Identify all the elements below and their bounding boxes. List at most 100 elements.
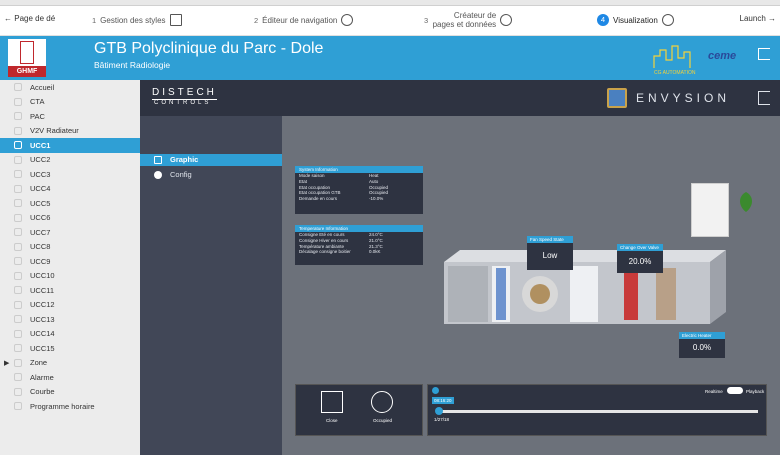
occupied-icon[interactable] (371, 391, 393, 413)
logo-text: GHMF (8, 66, 46, 77)
compass-icon (341, 14, 354, 26)
sidebar-item-label: UCC4 (30, 184, 51, 194)
sidebar-item-zone[interactable]: Zone ▶ (0, 356, 140, 371)
distech-sub: CONTROLS (154, 100, 212, 106)
sidebar-item-ucc5[interactable]: UCC5 (0, 196, 140, 211)
panel-title: System Information (295, 166, 423, 173)
sidebar-item-icon (14, 199, 22, 208)
badge-value: Low (542, 251, 558, 260)
back-link[interactable]: ← Page de dé (4, 14, 55, 23)
sidebar-item-label: Courbe (30, 387, 55, 397)
sidebar-item-label: UCC6 (30, 213, 51, 223)
step-number: 4 (597, 14, 609, 26)
sidebar-item-label: UCC7 (30, 227, 51, 237)
sidebar-item-label: UCC9 (30, 256, 51, 266)
expand-caret-icon[interactable]: ▶ (4, 359, 9, 367)
sidebar-item-ucc10[interactable]: UCC10 (0, 269, 140, 284)
sidebar-item-ucc15[interactable]: UCC15 (0, 341, 140, 356)
wizard-steps: ← Page de dé 1 Gestion des styles 2 Édit… (0, 6, 780, 36)
panel-title: Temperature Information (295, 225, 423, 232)
badge-value: 0.0% (692, 343, 712, 352)
electric-heater-badge: Electric Heater 0.0% (679, 332, 725, 358)
sidebar-item-icon (14, 170, 22, 179)
plus-icon[interactable] (432, 387, 439, 394)
step-number: 1 (92, 15, 97, 25)
sidebar-item-programme-horaire[interactable]: Programme horaire (0, 399, 140, 414)
step-label: Visualization (613, 15, 658, 25)
sidebar-item-ucc1[interactable]: UCC1 (0, 138, 140, 153)
nav-graphic-label: Graphic (170, 155, 199, 164)
sidebar-item-cta[interactable]: CTA (0, 95, 140, 110)
sidebar-item-label: UCC8 (30, 242, 51, 252)
logout-icon[interactable] (758, 48, 770, 60)
nav-graphic[interactable]: Graphic (140, 154, 282, 166)
sidebar-item-icon (14, 155, 22, 164)
step-label: Éditeur de navigation (262, 15, 338, 25)
badge-title: Electric Heater (679, 332, 725, 339)
sidebar-item-icon (14, 112, 22, 121)
sidebar-item-label: UCC11 (30, 285, 55, 295)
launch-button[interactable]: Launch → (740, 14, 776, 23)
sidebar-item-ucc11[interactable]: UCC11 (0, 283, 140, 298)
step-visualization[interactable]: 4 Visualization (597, 14, 674, 26)
sidebar-item-ucc9[interactable]: UCC9 (0, 254, 140, 269)
app-logout-icon[interactable] (758, 91, 770, 105)
sidebar-item-ucc3[interactable]: UCC3 (0, 167, 140, 182)
sidebar-item-label: PAC (30, 111, 45, 121)
step-navigation[interactable]: 2 Éditeur de navigation (254, 14, 354, 26)
sidebar-item-ucc12[interactable]: UCC12 (0, 298, 140, 313)
sidebar-item-icon (14, 228, 22, 237)
timeline-knob[interactable] (435, 407, 443, 415)
sidebar-item-icon (14, 315, 22, 324)
sidebar-item-accueil[interactable]: Accueil (0, 80, 140, 95)
sidebar-item-label: UCC1 (30, 140, 51, 150)
logo-mark (20, 41, 34, 64)
sidebar-item-icon (14, 329, 22, 338)
step-styles[interactable]: 1 Gestion des styles (92, 14, 182, 26)
ghmf-logo: GHMF (8, 39, 46, 77)
sidebar-item-label: UCC13 (30, 314, 55, 324)
sidebar-item-ucc8[interactable]: UCC8 (0, 240, 140, 255)
envysion-app: DISTECH CONTROLS ENVYSION Graphic Config… (140, 80, 780, 455)
sidebar: Accueil CTA PAC V2V Radiateur UCC1 UCC2 UCC3 UC… (0, 80, 140, 455)
sidebar-item-ucc14[interactable]: UCC14 (0, 327, 140, 342)
realtime-toggle[interactable] (727, 387, 743, 394)
door-icon[interactable] (321, 391, 343, 413)
sidebar-item-icon (14, 126, 22, 135)
sidebar-item-icon (14, 344, 22, 353)
launch-label: Launch (739, 14, 766, 23)
sidebar-item-label: CTA (30, 97, 45, 107)
sidebar-item-icon (14, 387, 22, 396)
graphic-canvas: System Information Mode saison Heat Etat Au… (282, 116, 780, 455)
edit-icon (169, 14, 182, 26)
graphic-icon (154, 156, 162, 164)
sidebar-item-pac[interactable]: PAC (0, 109, 140, 124)
cg-automation-logo: CG AUTOMATION (653, 45, 696, 76)
sidebar-item-ucc2[interactable]: UCC2 (0, 153, 140, 168)
sidebar-item-label: UCC15 (30, 343, 55, 353)
distech-logo: DISTECH (152, 87, 217, 100)
step-number: 2 (254, 15, 259, 25)
timeline-slider[interactable] (438, 410, 758, 413)
sidebar-item-label: Accueil (30, 82, 55, 92)
sidebar-item-label: UCC10 (30, 271, 55, 281)
sidebar-item-ucc4[interactable]: UCC4 (0, 182, 140, 197)
sidebar-item-label: UCC5 (30, 198, 51, 208)
sidebar-item-icon (14, 213, 22, 222)
sidebar-item-courbe[interactable]: Courbe (0, 385, 140, 400)
sidebar-item-ucc6[interactable]: UCC6 (0, 211, 140, 226)
cg-logo-text: CG AUTOMATION (654, 70, 696, 76)
sidebar-item-icon (14, 271, 22, 280)
sidebar-item-ucc7[interactable]: UCC7 (0, 225, 140, 240)
sidebar-item-icon (14, 242, 22, 251)
step-pages[interactable]: 3 Créateur de pages et données (424, 11, 513, 29)
clock-icon (500, 14, 513, 26)
nav-config[interactable]: Config (140, 169, 282, 181)
sidebar-item-alarme[interactable]: Alarme (0, 370, 140, 385)
sidebar-item-v2v-radiateur[interactable]: V2V Radiateur (0, 124, 140, 139)
sidebar-item-icon (14, 402, 22, 411)
sidebar-item-ucc13[interactable]: UCC13 (0, 312, 140, 327)
sidebar-item-icon (14, 97, 22, 106)
sidebar-item-icon (14, 358, 22, 367)
sidebar-item-label: Programme horaire (30, 401, 95, 411)
